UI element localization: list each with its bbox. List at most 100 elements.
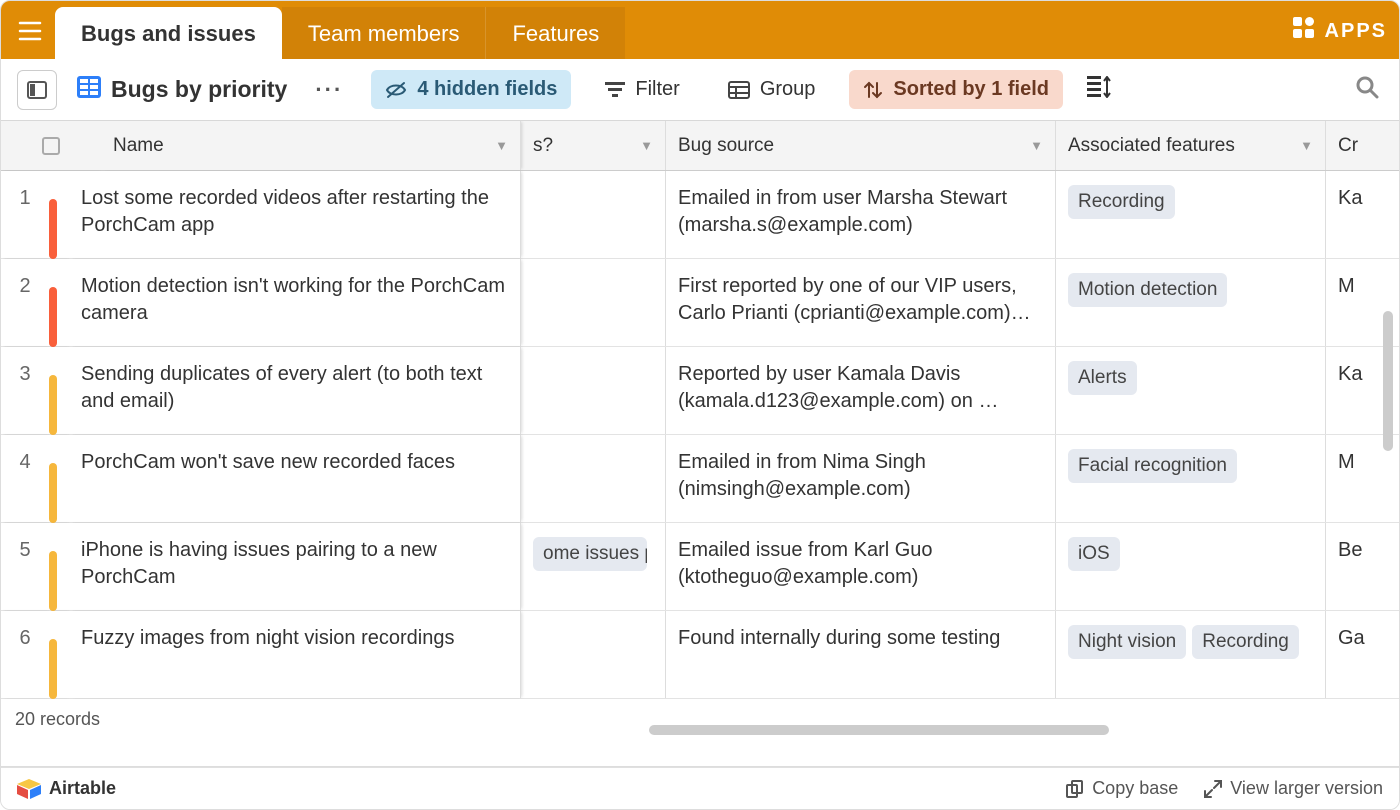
chevron-down-icon: ▼ — [640, 138, 653, 153]
cell-created[interactable]: Be — [1326, 523, 1386, 610]
cell-bug-source[interactable]: First reported by one of our VIP users, … — [666, 259, 1056, 346]
view-options-button[interactable]: ··· — [307, 77, 351, 103]
cell-extra[interactable]: ome issues pair — [521, 523, 666, 610]
cell-associated-features[interactable]: Motion detection — [1056, 259, 1326, 346]
vertical-scrollbar[interactable] — [1383, 311, 1393, 451]
apps-button[interactable]: APPS — [1293, 17, 1387, 45]
column-header-extra[interactable]: s? ▼ — [521, 121, 666, 170]
feature-tag[interactable]: Motion detection — [1068, 273, 1227, 307]
column-header-features-label: Associated features — [1068, 135, 1235, 157]
column-header-associated-features[interactable]: Associated features ▼ — [1056, 121, 1326, 170]
feature-tag[interactable]: Facial recognition — [1068, 449, 1237, 483]
data-grid: Name ▼ s? ▼ Bug source ▼ Associated feat… — [1, 121, 1399, 767]
cell-name[interactable]: Fuzzy images from night vision recording… — [69, 611, 521, 698]
cell-extra[interactable] — [521, 171, 666, 258]
view-toolbar: Bugs by priority ··· 4 hidden fields Fil… — [1, 59, 1399, 121]
cell-created[interactable]: M — [1326, 435, 1386, 522]
table-tabs: Bugs and issues Team members Features — [55, 1, 625, 59]
column-header-name[interactable]: Name ▼ — [101, 121, 521, 170]
table-row[interactable]: 4PorchCam won't save new recorded facesE… — [1, 435, 1399, 523]
feature-tag[interactable]: iOS — [1068, 537, 1120, 571]
cell-bug-source[interactable]: Emailed in from Nima Singh (nimsingh@exa… — [666, 435, 1056, 522]
eye-off-icon — [385, 81, 407, 99]
expand-icon — [1204, 780, 1222, 798]
copy-icon — [1066, 780, 1084, 798]
feature-tag[interactable]: Recording — [1192, 625, 1299, 659]
view-name: Bugs by priority — [111, 76, 287, 103]
sidebar-toggle-button[interactable] — [17, 70, 57, 110]
priority-indicator — [49, 435, 69, 522]
view-switcher[interactable]: Bugs by priority — [77, 76, 287, 104]
tab-bugs-and-issues[interactable]: Bugs and issues — [55, 7, 282, 59]
table-row[interactable]: 2Motion detection isn't working for the … — [1, 259, 1399, 347]
feature-tag[interactable]: Night vision — [1068, 625, 1186, 659]
filter-label: Filter — [635, 78, 679, 101]
filter-icon — [605, 82, 625, 98]
column-header-bug-source[interactable]: Bug source ▼ — [666, 121, 1056, 170]
record-count: 20 records — [15, 709, 100, 730]
tab-features[interactable]: Features — [485, 7, 625, 59]
search-icon — [1355, 75, 1379, 99]
cell-name[interactable]: Motion detection isn't working for the P… — [69, 259, 521, 346]
filter-button[interactable]: Filter — [591, 70, 693, 109]
view-larger-button[interactable]: View larger version — [1204, 778, 1383, 799]
feature-tag[interactable]: Alerts — [1068, 361, 1137, 395]
cell-extra[interactable] — [521, 611, 666, 698]
priority-indicator — [49, 259, 69, 346]
airtable-brand[interactable]: Airtable — [17, 778, 116, 799]
table-row[interactable]: 5iPhone is having issues pairing to a ne… — [1, 523, 1399, 611]
column-header-created-label: Cr — [1338, 135, 1358, 157]
cell-bug-source[interactable]: Emailed issue from Karl Guo (ktotheguo@e… — [666, 523, 1056, 610]
cell-name[interactable]: Sending duplicates of every alert (to bo… — [69, 347, 521, 434]
table-row[interactable]: 6Fuzzy images from night vision recordin… — [1, 611, 1399, 699]
row-number: 1 — [1, 171, 49, 258]
priority-indicator — [49, 171, 69, 258]
cell-associated-features[interactable]: Alerts — [1056, 347, 1326, 434]
column-header-extra-label: s? — [533, 135, 553, 157]
tab-team-members[interactable]: Team members — [282, 7, 486, 59]
cell-associated-features[interactable]: Facial recognition — [1056, 435, 1326, 522]
menu-icon[interactable] — [9, 9, 51, 53]
sort-icon — [863, 80, 883, 100]
cell-extra[interactable] — [521, 259, 666, 346]
sort-button[interactable]: Sorted by 1 field — [849, 70, 1063, 109]
cell-bug-source[interactable]: Reported by user Kamala Davis (kamala.d1… — [666, 347, 1056, 434]
cell-name[interactable]: Lost some recorded videos after restarti… — [69, 171, 521, 258]
table-row[interactable]: 1Lost some recorded videos after restart… — [1, 171, 1399, 259]
select-all-checkbox[interactable] — [42, 137, 60, 155]
priority-indicator — [49, 347, 69, 434]
hidden-fields-button[interactable]: 4 hidden fields — [371, 70, 571, 109]
cell-associated-features[interactable]: Recording — [1056, 171, 1326, 258]
table-row[interactable]: 3Sending duplicates of every alert (to b… — [1, 347, 1399, 435]
group-button[interactable]: Group — [714, 70, 830, 109]
chevron-down-icon: ▼ — [495, 138, 508, 153]
column-header-row: Name ▼ s? ▼ Bug source ▼ Associated feat… — [1, 121, 1399, 171]
apps-label: APPS — [1325, 20, 1387, 43]
search-button[interactable] — [1351, 71, 1383, 108]
cell-extra[interactable] — [521, 435, 666, 522]
horizontal-scrollbar[interactable] — [649, 725, 1109, 735]
column-header-source-label: Bug source — [678, 135, 774, 157]
feature-tag[interactable]: Recording — [1068, 185, 1175, 219]
row-height-icon — [1087, 76, 1111, 98]
grid-status-bar: 20 records — [1, 699, 1399, 739]
cell-created[interactable]: Ka — [1326, 171, 1386, 258]
grid-view-icon — [77, 76, 101, 104]
column-header-created[interactable]: Cr — [1326, 121, 1386, 170]
row-height-button[interactable] — [1083, 72, 1115, 107]
cell-created[interactable]: M — [1326, 259, 1386, 346]
hidden-fields-label: 4 hidden fields — [417, 78, 557, 101]
cell-name[interactable]: PorchCam won't save new recorded faces — [69, 435, 521, 522]
cell-extra[interactable] — [521, 347, 666, 434]
cell-created[interactable]: Ka — [1326, 347, 1386, 434]
cell-associated-features[interactable]: iOS — [1056, 523, 1326, 610]
chevron-down-icon: ▼ — [1300, 138, 1313, 153]
cell-bug-source[interactable]: Emailed in from user Marsha Stewart (mar… — [666, 171, 1056, 258]
view-larger-label: View larger version — [1230, 778, 1383, 799]
cell-created[interactable]: Ga — [1326, 611, 1386, 698]
copy-base-button[interactable]: Copy base — [1066, 778, 1178, 799]
cell-name[interactable]: iPhone is having issues pairing to a new… — [69, 523, 521, 610]
panel-icon — [27, 81, 47, 99]
cell-associated-features[interactable]: Night visionRecording — [1056, 611, 1326, 698]
cell-bug-source[interactable]: Found internally during some testing — [666, 611, 1056, 698]
